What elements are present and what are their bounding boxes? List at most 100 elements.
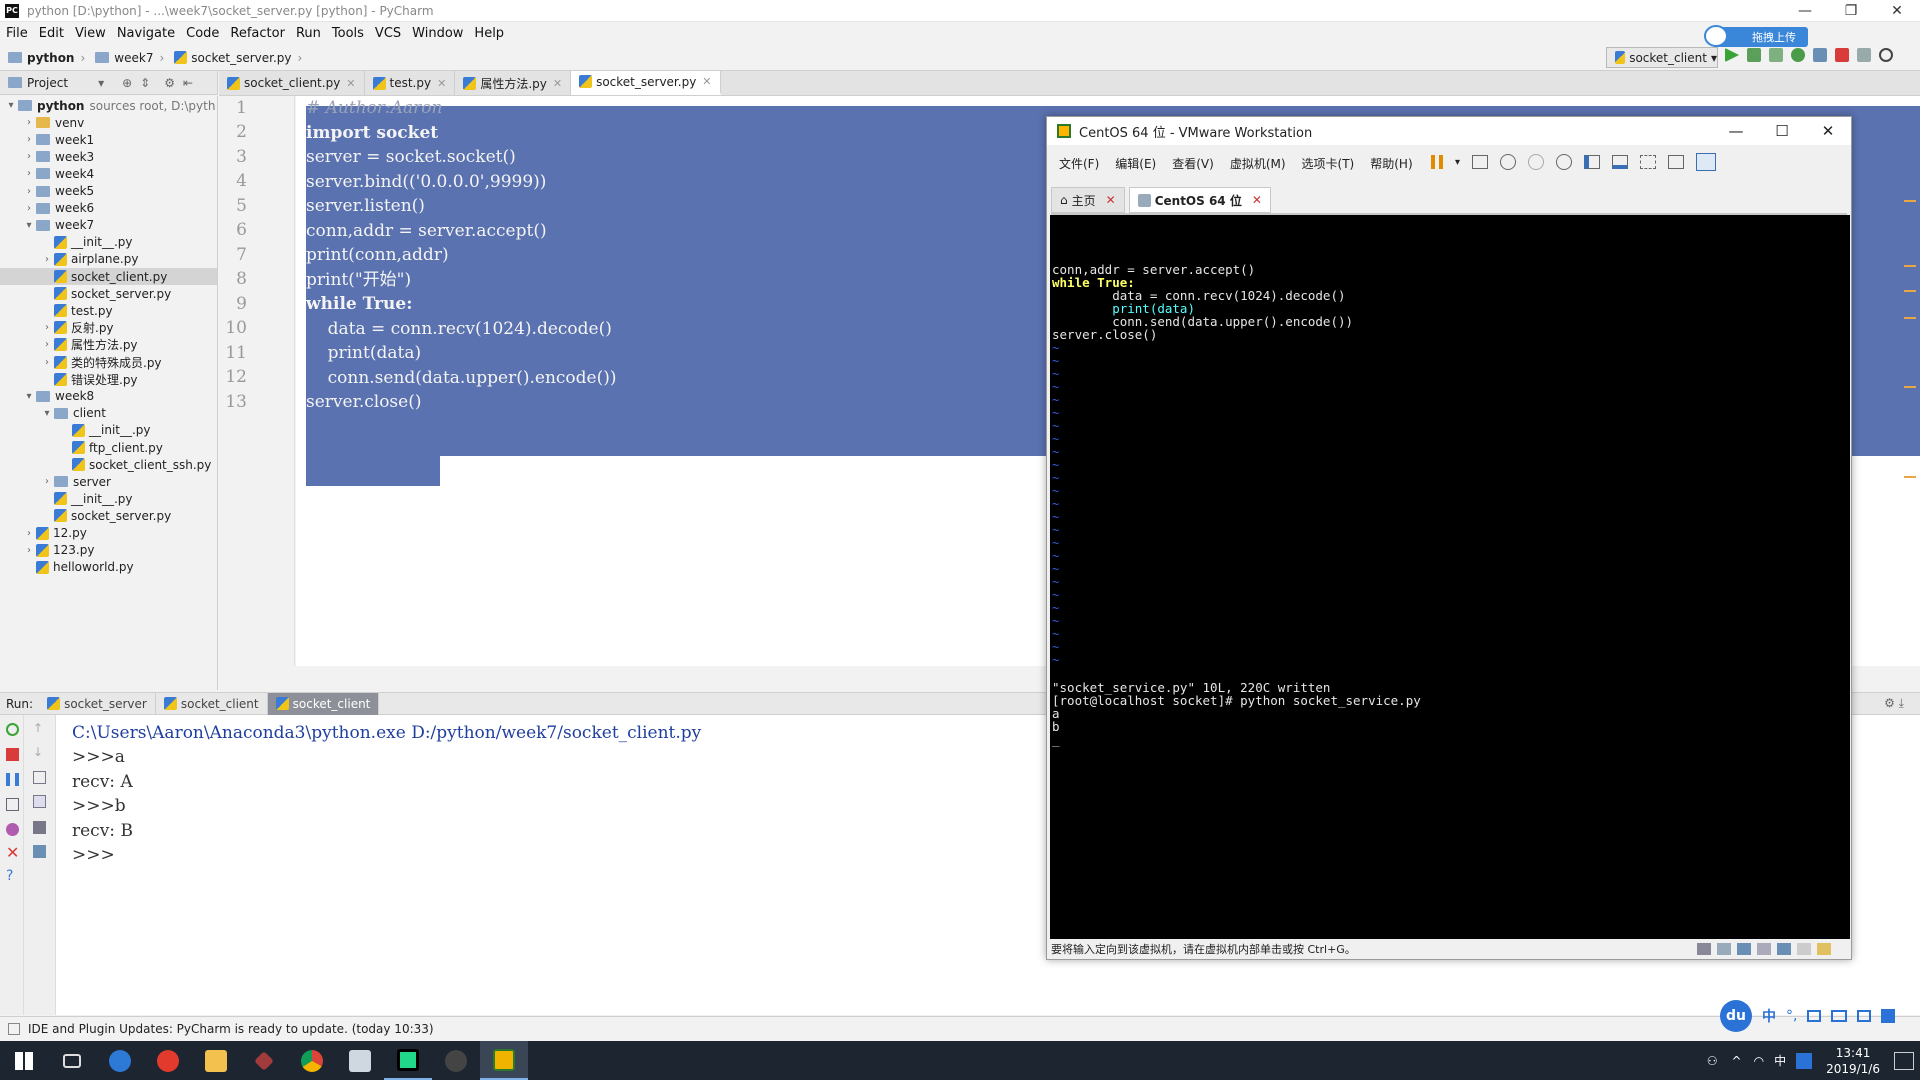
chevron-right-icon[interactable]: ›	[22, 151, 36, 162]
help-icon[interactable]: ?	[6, 869, 19, 883]
chevron-right-icon[interactable]: ›	[40, 476, 54, 487]
taskbar-vmware[interactable]	[480, 1041, 528, 1080]
tree-item[interactable]: ▾ week7	[0, 217, 217, 234]
project-structure-icon[interactable]	[1857, 48, 1871, 62]
vm-menu-item[interactable]: 文件(F)	[1059, 155, 1099, 172]
unity-icon[interactable]	[1668, 155, 1685, 169]
tree-item[interactable]: __init__.py	[0, 422, 217, 439]
breadcrumb-root[interactable]: python ›	[8, 51, 91, 65]
layout-icon[interactable]	[6, 798, 19, 811]
sound-icon[interactable]	[1777, 943, 1791, 955]
taskbar-explorer[interactable]	[192, 1041, 240, 1080]
chevron-right-icon[interactable]: ›	[22, 203, 36, 214]
collapse-icon[interactable]: ⇕	[140, 76, 150, 90]
tree-item[interactable]: __init__.py	[0, 490, 217, 507]
tree-item[interactable]: test.py	[0, 302, 217, 319]
task-view-button[interactable]	[48, 1041, 96, 1080]
close-button[interactable]: ✕	[1874, 3, 1920, 19]
start-button[interactable]	[0, 1041, 48, 1080]
tree-item[interactable]: socket_server.py	[0, 285, 217, 302]
menu-vcs[interactable]: VCS	[375, 26, 401, 41]
tree-item[interactable]: › airplane.py	[0, 251, 217, 268]
vm-menu-item[interactable]: 查看(V)	[1172, 155, 1214, 172]
message-icon[interactable]	[1817, 943, 1831, 955]
people-icon[interactable]: ⚇	[1707, 1054, 1718, 1068]
chevron-up-icon[interactable]: ^	[1732, 1054, 1742, 1068]
taskbar-weibo[interactable]	[144, 1041, 192, 1080]
taskbar-pycharm[interactable]	[384, 1041, 432, 1080]
chevron-right-icon[interactable]: ›	[40, 339, 54, 350]
vm-close-button[interactable]: ✕	[1805, 122, 1851, 140]
vm-menu-item[interactable]: 虚拟机(M)	[1230, 155, 1286, 172]
tree-item[interactable]: › week5	[0, 183, 217, 200]
vm-menu-item[interactable]: 帮助(H)	[1370, 155, 1412, 172]
breadcrumb-file[interactable]: socket_server.py ›	[174, 51, 308, 65]
notification-icon[interactable]	[1894, 1051, 1914, 1070]
baidu-ime-icon[interactable]	[1796, 1052, 1813, 1069]
vm-tab-home[interactable]: ⌂ 主页 ✕	[1051, 187, 1125, 213]
cd-icon[interactable]	[1717, 943, 1731, 955]
clock[interactable]: 13:41 2019/1/6	[1826, 1045, 1880, 1077]
tree-item[interactable]: › week4	[0, 165, 217, 182]
tab-socket-server[interactable]: socket_server.py ✕	[571, 71, 721, 95]
scroll-to-end-icon[interactable]	[33, 795, 46, 808]
shirt-icon[interactable]	[1857, 1010, 1872, 1022]
vm-minimize-button[interactable]: —	[1713, 122, 1759, 140]
vm-tab-centos[interactable]: CentOS 64 位 ✕	[1128, 187, 1271, 213]
status-message[interactable]: IDE and Plugin Updates: PyCharm is ready…	[28, 1022, 434, 1036]
tree-item[interactable]: ▾ week8	[0, 388, 217, 405]
taskbar-mail[interactable]	[336, 1041, 384, 1080]
baidu-upload-button[interactable]: 拖拽上传	[1704, 25, 1808, 47]
ime-lang-toggle[interactable]: 中	[1762, 1006, 1776, 1026]
hdd-icon[interactable]	[1697, 943, 1711, 955]
vm-menu-item[interactable]: 选项卡(T)	[1302, 155, 1355, 172]
search-icon[interactable]	[1879, 48, 1893, 62]
taskbar-edge[interactable]	[96, 1041, 144, 1080]
chevron-right-icon[interactable]: ›	[22, 134, 36, 145]
chevron-down-icon[interactable]: ▾	[1455, 157, 1460, 168]
close-icon[interactable]: ✕	[1106, 193, 1116, 207]
vm-maximize-button[interactable]: ☐	[1759, 122, 1805, 140]
close-icon[interactable]: ✕	[553, 77, 562, 90]
build-icon[interactable]	[1813, 48, 1827, 62]
wifi-icon[interactable]: ◠	[1754, 1054, 1764, 1068]
menu-edit[interactable]: Edit	[39, 26, 64, 41]
tab-test[interactable]: test.py ✕	[364, 71, 456, 95]
run-tab-socket-server[interactable]: socket_server	[39, 692, 156, 715]
close-icon[interactable]: ✕	[437, 77, 446, 90]
usb-icon[interactable]	[1797, 943, 1811, 955]
snapshot-icon[interactable]	[1500, 154, 1517, 170]
tree-item[interactable]: socket_server.py	[0, 507, 217, 524]
printer-icon[interactable]	[1757, 943, 1771, 955]
up-arrow-icon[interactable]: ↑	[33, 721, 46, 735]
run-tab-socket-client-active[interactable]: socket_client	[267, 692, 380, 715]
chevron-right-icon[interactable]: ›	[40, 322, 54, 333]
tree-item[interactable]: › 12.py	[0, 525, 217, 542]
stop-icon[interactable]	[1835, 48, 1849, 62]
close-icon[interactable]: ✕	[346, 77, 355, 90]
restore-button[interactable]: ❐	[1828, 3, 1874, 19]
tree-item[interactable]: › week6	[0, 200, 217, 217]
tree-item[interactable]: helloworld.py	[0, 559, 217, 576]
tree-item[interactable]: socket_client_ssh.py	[0, 456, 217, 473]
rerun-icon[interactable]	[6, 723, 19, 736]
close-icon[interactable]: ✕	[1252, 193, 1262, 207]
menu-help[interactable]: Help	[474, 26, 504, 41]
tree-item[interactable]: ▾ python sources root, D:\pyth	[0, 97, 217, 114]
tree-item[interactable]: › week1	[0, 131, 217, 148]
menu-file[interactable]: File	[6, 26, 28, 41]
tree-item[interactable]: ▾ client	[0, 405, 217, 422]
menu-window[interactable]: Window	[412, 26, 463, 41]
taskbar-app[interactable]	[240, 1041, 288, 1080]
target-icon[interactable]: ⊕	[122, 76, 132, 90]
menu-view[interactable]: View	[75, 26, 106, 41]
chevron-down-icon[interactable]: ▾	[40, 408, 54, 419]
tree-item[interactable]: __init__.py	[0, 234, 217, 251]
debug-icon[interactable]	[1747, 48, 1761, 62]
project-panel-label[interactable]: Project	[27, 76, 68, 90]
fullscreen-icon[interactable]	[1640, 155, 1657, 169]
baidu-ime-logo[interactable]: du	[1720, 1000, 1752, 1032]
run-configuration-dropdown[interactable]: socket_client ▾	[1606, 47, 1718, 68]
tree-item[interactable]: › 反射.py	[0, 319, 217, 336]
breadcrumb-folder[interactable]: week7 ›	[95, 51, 170, 65]
